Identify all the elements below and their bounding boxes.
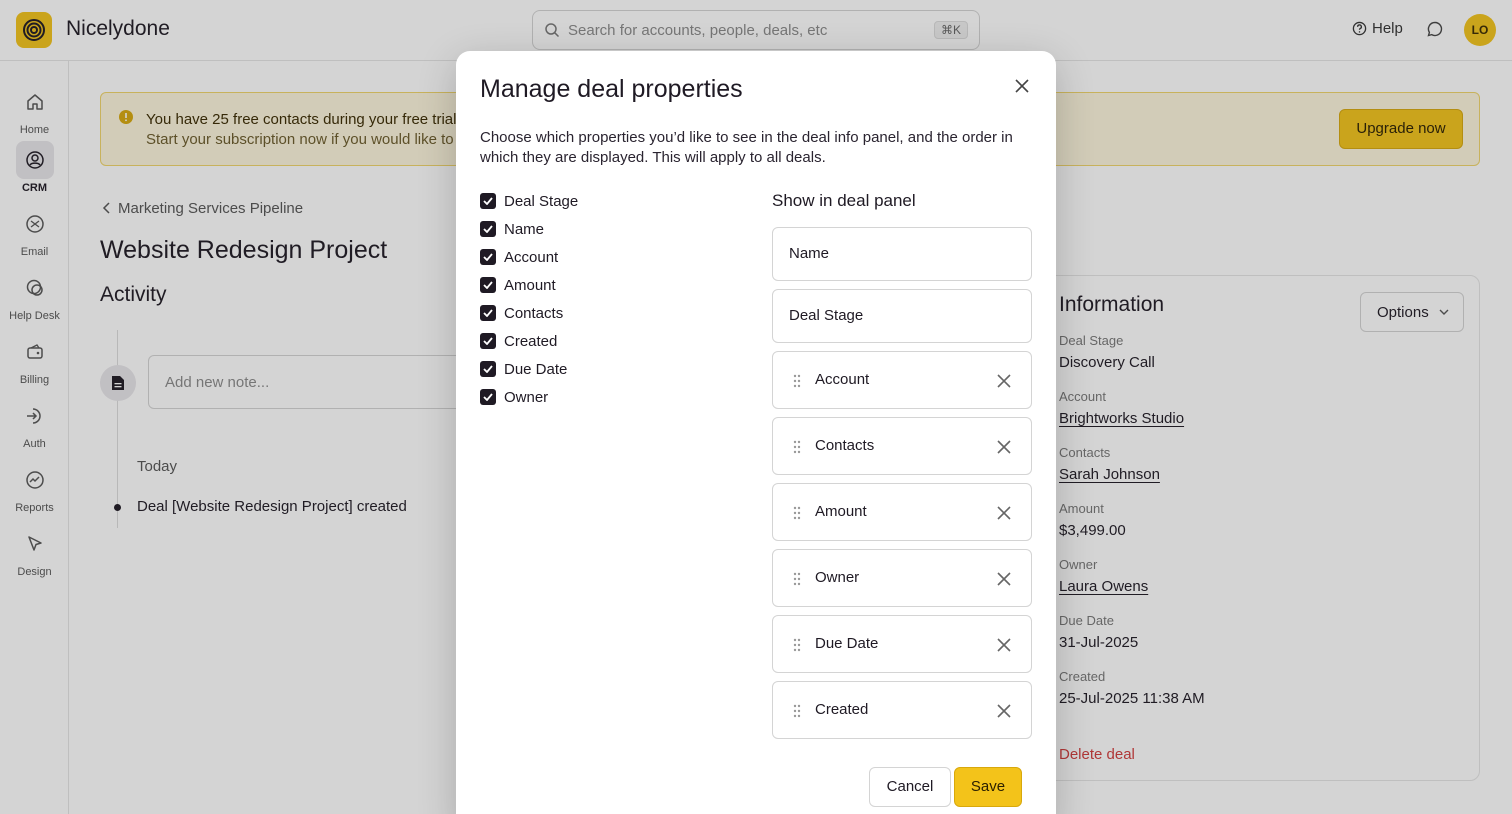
checkbox-checked-icon [480,389,496,405]
panel-slot-draggable[interactable]: Created [772,681,1032,739]
drag-handle-icon[interactable] [793,440,801,454]
slot-label: Due Date [815,635,879,652]
checkbox-label: Created [504,332,558,350]
remove-icon[interactable] [995,636,1013,654]
checkbox-account[interactable]: Account [480,243,578,271]
checkbox-checked-icon [480,333,496,349]
checkbox-checked-icon [480,193,496,209]
checkbox-checked-icon [480,249,496,265]
slot-label: Contacts [815,437,875,454]
checkbox-label: Account [504,248,559,266]
panel-slot-fixed: Name [772,227,1032,281]
panel-slot-fixed: Deal Stage [772,289,1032,343]
checkbox-contacts[interactable]: Contacts [480,299,578,327]
slot-label: Amount [815,503,867,520]
remove-icon[interactable] [995,702,1013,720]
slot-label: Created [815,701,869,718]
property-checklist: Deal Stage Name Account Amount Contacts … [480,187,578,411]
checkbox-created[interactable]: Created [480,327,578,355]
panel-slot-draggable[interactable]: Account [772,351,1032,409]
checkbox-label: Amount [504,276,556,294]
modal-description: Choose which properties you’d like to se… [480,129,1013,166]
checkbox-checked-icon [480,305,496,321]
checkbox-label: Deal Stage [504,192,579,210]
slot-label: Deal Stage [789,307,864,324]
checkbox-label: Due Date [504,360,568,378]
checkbox-checked-icon [480,277,496,293]
cancel-button[interactable]: Cancel [869,767,951,807]
checkbox-owner[interactable]: Owner [480,383,578,411]
manage-deal-properties-modal: Manage deal properties Choose which prop… [456,51,1056,814]
panel-title: Show in deal panel [772,191,916,210]
checkbox-amount[interactable]: Amount [480,271,578,299]
checkbox-label: Owner [504,388,549,406]
remove-icon[interactable] [995,438,1013,456]
remove-icon[interactable] [995,504,1013,522]
checkbox-label: Contacts [504,304,564,322]
drag-handle-icon[interactable] [793,638,801,652]
remove-icon[interactable] [995,570,1013,588]
checkbox-due-date[interactable]: Due Date [480,355,578,383]
slot-label: Account [815,371,870,388]
panel-slot-draggable[interactable]: Amount [772,483,1032,541]
save-button[interactable]: Save [954,767,1022,807]
drag-handle-icon[interactable] [793,374,801,388]
panel-slot-draggable[interactable]: Due Date [772,615,1032,673]
drag-handle-icon[interactable] [793,704,801,718]
close-icon[interactable] [1012,76,1032,96]
panel-slot-draggable[interactable]: Contacts [772,417,1032,475]
modal-title: Manage deal properties [480,75,743,103]
drag-handle-icon[interactable] [793,572,801,586]
slot-label: Name [789,245,830,262]
drag-handle-icon[interactable] [793,506,801,520]
slot-label: Owner [815,569,860,586]
panel-slot-draggable[interactable]: Owner [772,549,1032,607]
checkbox-checked-icon [480,221,496,237]
checkbox-checked-icon [480,361,496,377]
checkbox-name[interactable]: Name [480,215,578,243]
remove-icon[interactable] [995,372,1013,390]
checkbox-deal-stage[interactable]: Deal Stage [480,187,578,215]
checkbox-label: Name [504,220,545,238]
